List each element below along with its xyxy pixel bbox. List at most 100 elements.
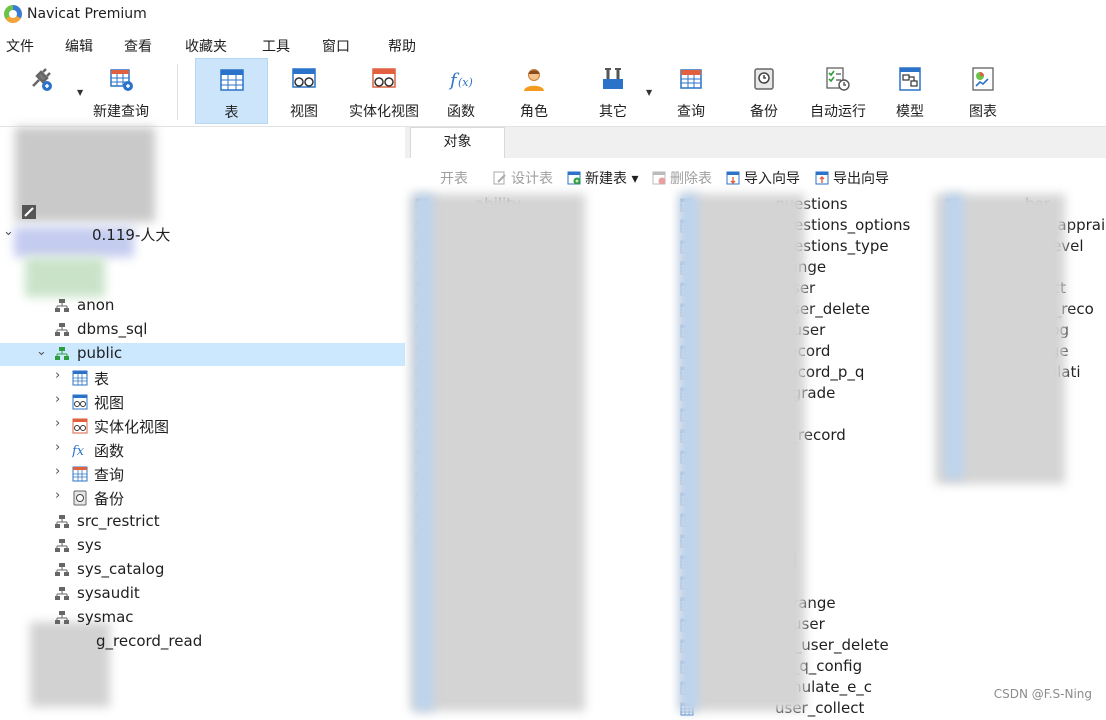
new-table-button[interactable]: 新建表 ▾ (567, 168, 638, 188)
function-label: 函数 (447, 104, 475, 120)
import-wizard-button[interactable]: 导入向导 (726, 168, 800, 188)
main-toolbar: ▼ 新建查询 表 视图 实体化视图 f (x) 函数 角色 其它 ▼ 查询 备份 … (0, 58, 1106, 127)
design-icon (493, 171, 506, 185)
svg-text:(x): (x) (458, 76, 473, 89)
import-icon (726, 171, 740, 185)
new-query-icon (110, 69, 133, 91)
query-button[interactable]: 查询 (666, 58, 716, 124)
tree-item-functions[interactable]: › fx 函数 (0, 439, 405, 462)
new-query-button[interactable]: 新建查询 (90, 58, 152, 124)
new-table-icon (567, 171, 581, 185)
menu-tools[interactable]: 工具 (262, 36, 290, 56)
navigation-tree[interactable]: ⌄ 0.119-人大 anon dbms_sql ⌄ public › 表 › … (0, 127, 405, 711)
auto-run-button[interactable]: 自动运行 (803, 58, 873, 124)
function-button[interactable]: f (x) 函数 (436, 58, 486, 124)
tree-item-label: 视图 (94, 394, 125, 412)
tree-item-tables[interactable]: › 表 (0, 367, 405, 390)
chevron-right-icon[interactable]: › (55, 416, 60, 431)
tab-bar: 对象 (405, 127, 1106, 159)
chart-button[interactable]: 图表 (958, 58, 1008, 124)
role-button[interactable]: 角色 (510, 58, 558, 124)
tree-item-views[interactable]: › 视图 (0, 391, 405, 414)
role-label: 角色 (520, 104, 548, 120)
view-button[interactable]: 视图 (276, 58, 332, 124)
schema-node-sys[interactable]: sys (0, 535, 405, 558)
schema-label: sysmac (77, 608, 134, 626)
materialized-view-button[interactable]: 实体化视图 (342, 58, 426, 124)
schema-node-anon[interactable]: anon (0, 295, 405, 318)
table-button[interactable]: 表 (195, 58, 268, 124)
connection-label: 0.119-人大 (92, 226, 171, 244)
design-table-button[interactable]: 设计表 (493, 168, 553, 188)
blurred-region (945, 194, 963, 479)
export-wizard-button[interactable]: 导出向导 (815, 168, 889, 188)
schema-node-record-read[interactable]: g_record_read (0, 631, 405, 654)
blurred-region (415, 194, 433, 711)
menu-help[interactable]: 帮助 (388, 36, 416, 56)
delete-table-icon (652, 171, 666, 185)
backup-button[interactable]: 备份 (740, 58, 788, 124)
table-icon (219, 69, 244, 91)
chevron-right-icon[interactable]: › (55, 392, 60, 407)
schema-node-src-restrict[interactable]: src_restrict (0, 511, 405, 534)
svg-text:fx: fx (72, 444, 85, 458)
menu-favorites[interactable]: 收藏夹 (185, 36, 227, 56)
schema-icon (55, 299, 69, 312)
chevron-right-icon[interactable]: › (55, 440, 60, 455)
tree-item-queries[interactable]: › 查询 (0, 463, 405, 486)
schema-icon (55, 563, 69, 576)
navicat-logo-icon (4, 5, 22, 23)
view-label: 视图 (290, 104, 318, 120)
menu-edit[interactable]: 编辑 (65, 36, 93, 56)
menu-window[interactable]: 窗口 (322, 36, 350, 56)
view-icon (72, 394, 88, 410)
schema-node-sysaudit[interactable]: sysaudit (0, 583, 405, 606)
chart-label: 图表 (969, 104, 997, 120)
chevron-down-icon[interactable]: ▼ (646, 88, 652, 97)
schema-icon (55, 515, 69, 528)
tree-item[interactable] (0, 201, 405, 224)
connection-node[interactable]: ⌄ 0.119-人大 (0, 223, 405, 246)
watermark: CSDN @F.S-Ning (993, 687, 1092, 701)
schema-node-public[interactable]: ⌄ public (0, 343, 405, 366)
window-title: Navicat Premium (27, 6, 147, 22)
schema-icon (55, 347, 69, 360)
auto-run-label: 自动运行 (810, 104, 866, 120)
title-bar: Navicat Premium (0, 0, 1106, 30)
connection-button[interactable] (10, 58, 70, 124)
open-table-button[interactable]: 开表 (440, 168, 468, 188)
chevron-right-icon[interactable]: › (55, 488, 60, 503)
export-icon (815, 171, 829, 185)
schema-icon (55, 587, 69, 600)
schema-node-sys-catalog[interactable]: sys_catalog (0, 559, 405, 582)
tree-item-backups[interactable]: › 备份 (0, 487, 405, 510)
database-icon (22, 205, 36, 219)
toolbar-divider (177, 64, 178, 120)
tree-item-materialized-views[interactable]: › 实体化视图 (0, 415, 405, 438)
menu-view[interactable]: 查看 (124, 36, 152, 56)
model-button[interactable]: 模型 (886, 58, 934, 124)
view-icon (292, 68, 316, 88)
materialized-view-icon (372, 68, 396, 88)
chevron-down-icon[interactable]: ▼ (77, 88, 83, 97)
schema-label: sys_catalog (77, 560, 165, 578)
object-list[interactable]: abilityility_categoryuteaiseogdquestions… (405, 194, 1106, 717)
tab-objects[interactable]: 对象 (410, 127, 505, 158)
schema-node-sysmac[interactable]: sysmac (0, 607, 405, 630)
chevron-down-icon[interactable]: ⌄ (3, 224, 14, 239)
schema-label: src_restrict (77, 512, 160, 530)
chevron-down-icon[interactable]: ⌄ (36, 344, 47, 359)
chevron-right-icon[interactable]: › (55, 464, 60, 479)
blurred-region (25, 257, 105, 297)
schema-icon (55, 611, 69, 624)
schema-label: public (77, 344, 123, 362)
chevron-right-icon[interactable]: › (55, 368, 60, 383)
backup-icon (73, 490, 87, 506)
delete-table-button[interactable]: 删除表 (652, 168, 712, 188)
menu-file[interactable]: 文件 (6, 36, 34, 56)
new-query-label: 新建查询 (93, 104, 149, 120)
schema-node-dbms-sql[interactable]: dbms_sql (0, 319, 405, 342)
other-button[interactable]: 其它 (588, 58, 638, 124)
blurred-region (680, 194, 698, 711)
table-label: 表 (224, 105, 239, 121)
